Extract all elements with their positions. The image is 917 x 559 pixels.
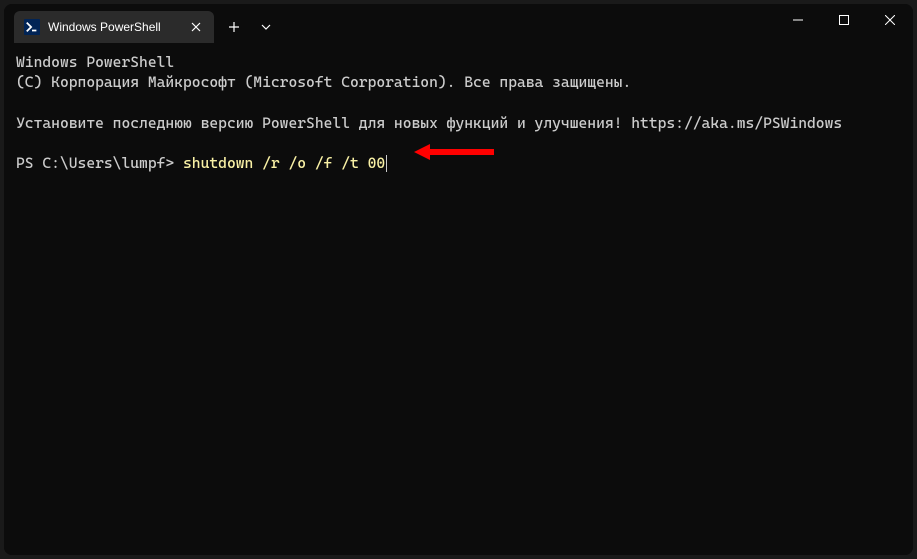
tab-dropdown-button[interactable]	[250, 11, 282, 43]
output-line: (C) Корпорация Майкрософт (Microsoft Cor…	[16, 72, 901, 92]
powershell-icon	[24, 19, 40, 35]
minimize-button[interactable]	[775, 4, 821, 36]
prompt-text: PS C:\Users\lumpf>	[16, 154, 183, 172]
output-line: Windows PowerShell	[16, 52, 901, 72]
titlebar: Windows PowerShell	[4, 4, 913, 44]
new-tab-button[interactable]	[218, 11, 250, 43]
output-line: Установите последнюю версию PowerShell д…	[16, 113, 901, 133]
blank-line	[16, 93, 901, 113]
close-button[interactable]	[867, 4, 913, 36]
tab-powershell[interactable]: Windows PowerShell	[14, 11, 214, 43]
tab-title: Windows PowerShell	[48, 20, 180, 34]
blank-line	[16, 133, 901, 153]
maximize-button[interactable]	[821, 4, 867, 36]
tab-close-button[interactable]	[188, 19, 204, 35]
terminal-window: Windows PowerShell Windows PowerShell (C…	[4, 4, 913, 555]
terminal-content[interactable]: Windows PowerShell (C) Корпорация Майкро…	[4, 44, 913, 555]
prompt-line: PS C:\Users\lumpf> shutdown /r /o /f /t …	[16, 153, 901, 173]
window-controls	[775, 4, 913, 36]
cursor	[386, 155, 387, 172]
command-text: shutdown /r /o /f /t 00	[183, 154, 385, 172]
